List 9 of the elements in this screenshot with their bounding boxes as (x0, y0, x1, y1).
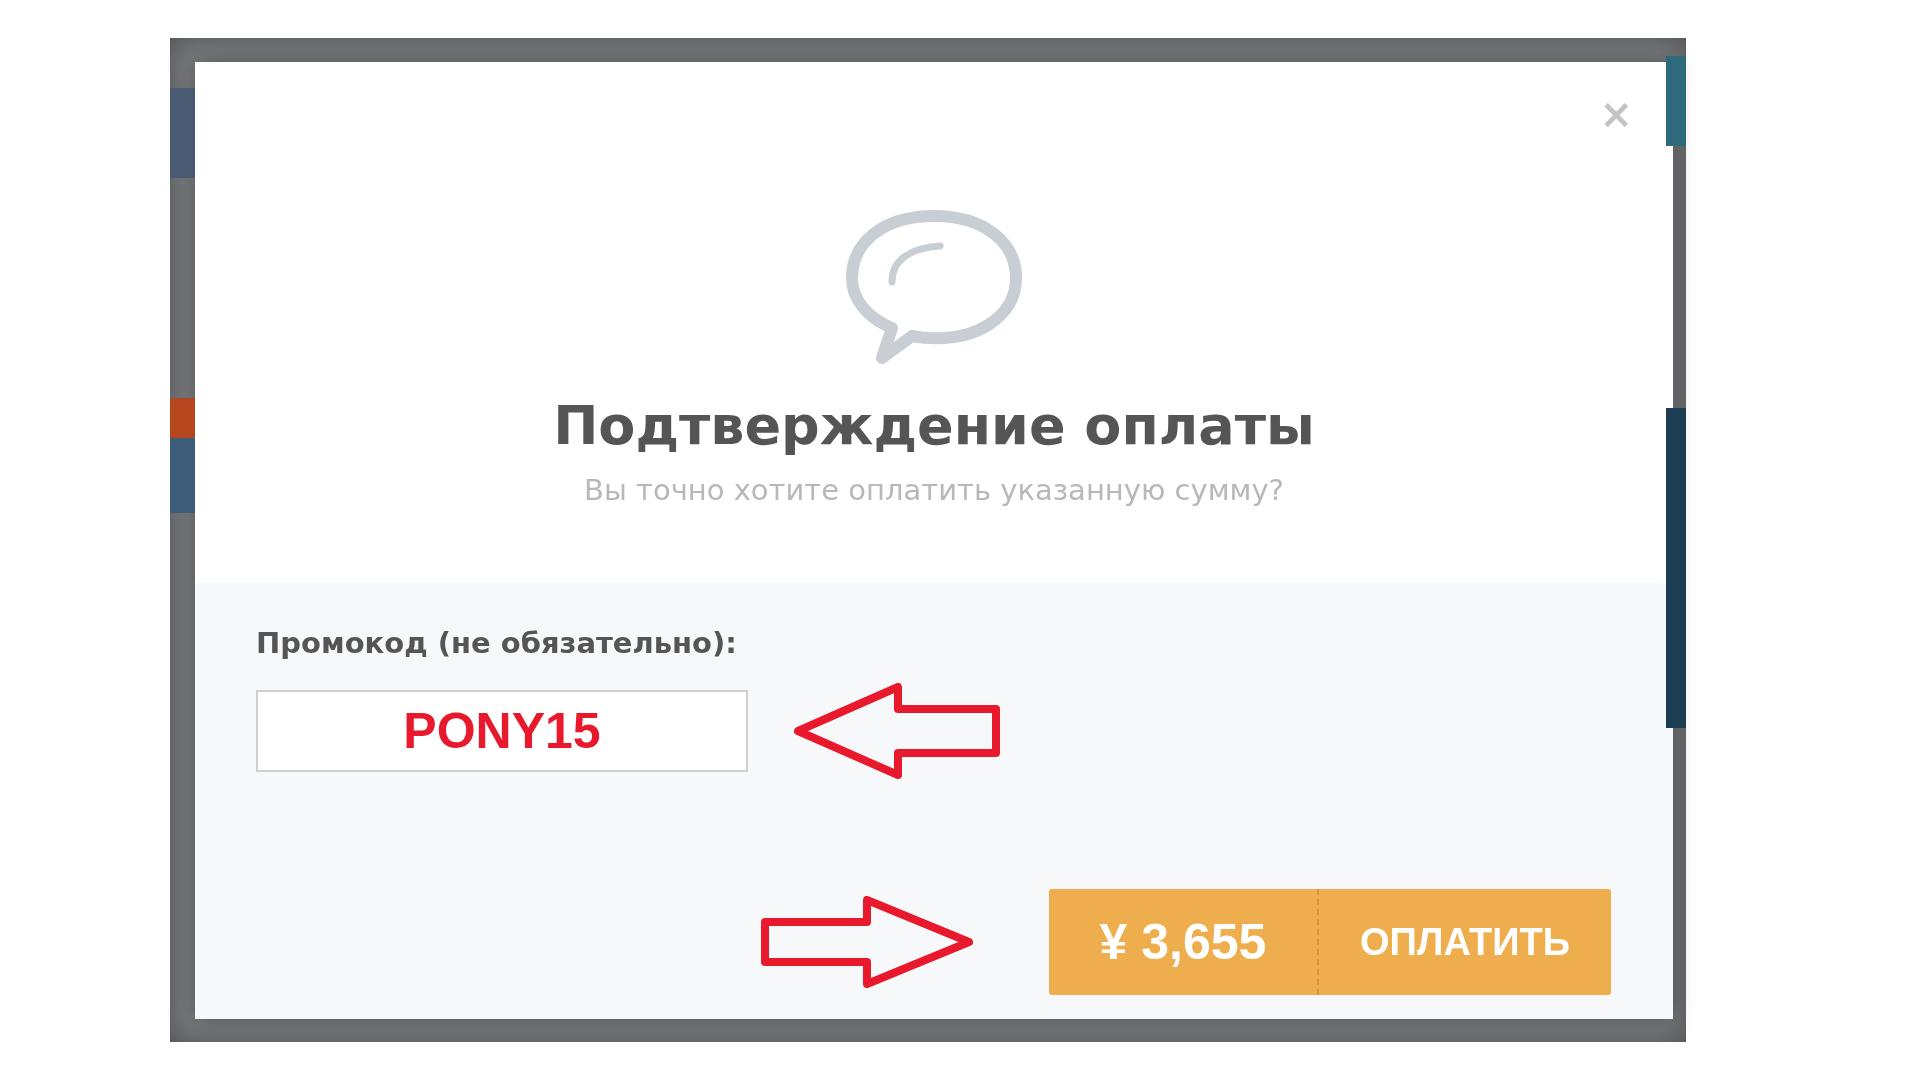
pay-label: ОПЛАТИТЬ (1358, 919, 1572, 965)
promo-code-field[interactable]: PONY15 (256, 690, 748, 772)
promo-label: Промокод (не обязательно): (256, 625, 738, 662)
amount-text: ¥ 3,655 (1049, 889, 1319, 995)
dialog-subtitle: Вы точно хотите оплатить указанную сумму? (584, 472, 1284, 509)
speech-bubble-icon (844, 208, 1024, 366)
close-button[interactable]: × (1599, 94, 1633, 134)
dialog-title: Подтверждение оплаты (553, 394, 1315, 458)
pay-button[interactable]: ¥ 3,655 ОПЛАТИТЬ (1049, 889, 1611, 995)
